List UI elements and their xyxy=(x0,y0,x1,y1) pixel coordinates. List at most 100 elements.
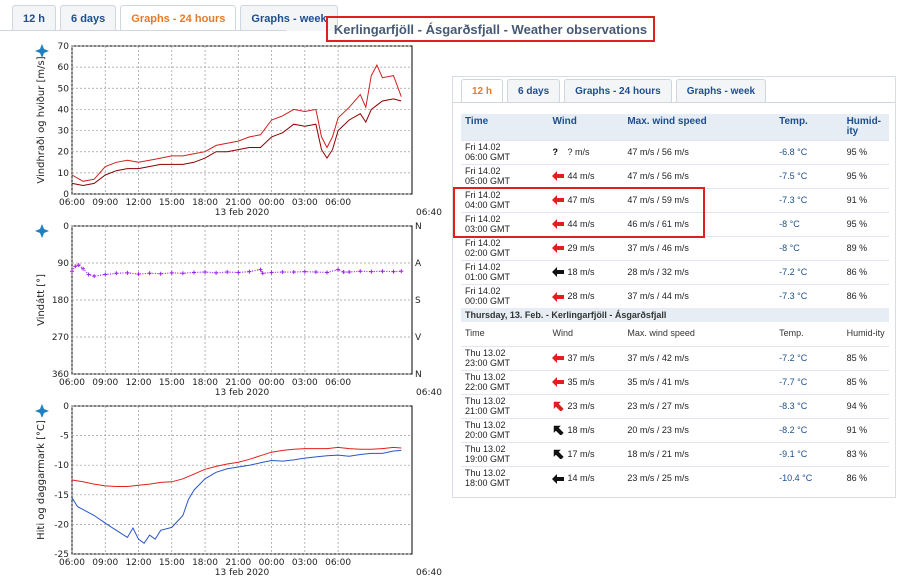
row-time: Fri 14.02 01:00 GMT xyxy=(461,259,549,284)
tab-graphs-24-hours[interactable]: Graphs - 24 hours xyxy=(120,5,237,31)
x-tick-label: 12:00 xyxy=(126,378,152,388)
row-date: Fri 14.02 xyxy=(465,142,501,152)
y-axis-label: Vindhraði og hviður [m/s] xyxy=(36,56,47,183)
row-wind: 23 m/s xyxy=(548,393,624,418)
row-hour: 00:00 GMT xyxy=(465,296,511,307)
row-time: Thu 13.02 22:00 GMT xyxy=(461,369,549,394)
y-tick-label: 30 xyxy=(58,127,70,137)
panel-tab-graphs-week[interactable]: Graphs - week xyxy=(675,79,767,103)
row-temp: -8 °C xyxy=(775,235,843,260)
row-wind-speed: 37 m/s xyxy=(567,352,595,363)
row-time: Fri 14.02 06:00 GMT xyxy=(461,139,549,164)
compass-icon xyxy=(35,44,49,58)
row-max-wind: 18 m/s / 21 m/s xyxy=(623,441,776,466)
row-wind-speed: 23 m/s xyxy=(567,400,595,411)
y-tick-label: 270 xyxy=(52,333,69,343)
x-tick-label: 00:00 xyxy=(259,378,285,388)
x-date-label: 13 feb 2020 xyxy=(215,388,270,398)
row-time: Thu 13.02 21:00 GMT xyxy=(461,393,549,418)
row-hour: 23:00 GMT xyxy=(465,358,511,368)
row-wind: 35 m/s xyxy=(548,369,624,394)
plot-frame xyxy=(71,405,413,555)
x-tick-label: 09:00 xyxy=(92,198,118,208)
y-axis-label: Hiti og daggarmark [°C] xyxy=(36,420,47,540)
x-tick-label: 12:00 xyxy=(126,198,152,208)
x-tick-label: 18:00 xyxy=(192,378,218,388)
red-wind-arrow-icon xyxy=(552,353,565,364)
y-tick-label: 70 xyxy=(58,42,70,52)
table-row: Fri 14.02 06:00 GMT? ? m/s 47 m/s / 56 m/s -… xyxy=(461,139,889,164)
row-wind: ? ? m/s xyxy=(548,139,624,164)
x-tick-label: 00:00 xyxy=(259,198,285,208)
x-tick-label: 15:00 xyxy=(159,378,185,388)
tab-12h[interactable]: 12 h xyxy=(12,5,57,31)
x-tick-label: 06:00 xyxy=(325,378,351,388)
row-wind-speed: 18 m/s xyxy=(567,424,595,435)
black-wind-arrow-icon xyxy=(554,426,565,436)
row-date: Thu 13.02 xyxy=(465,420,506,430)
red-wind-arrow-icon xyxy=(552,243,565,254)
wind-speed-chart: 06:00 09:00 12:00 15:00 18:00 21:00 00:00 03:00… xyxy=(0,38,442,222)
row-temp: -7.2 °C xyxy=(775,259,843,284)
row-max-wind: 47 m/s / 56 m/s xyxy=(623,163,776,188)
row-wind: 28 m/s xyxy=(548,283,624,308)
table-row: Fri 14.02 02:00 GMT 29 m/s 37 m/s / 46 m/s -… xyxy=(461,235,889,260)
unknown-direction-icon: ? xyxy=(552,147,558,158)
panel-tab-6-days[interactable]: 6 days xyxy=(507,79,561,103)
y-tick-label: -20 xyxy=(54,520,69,530)
row-temp: -7.3 °C xyxy=(775,283,843,308)
tab-graphs-week[interactable]: Graphs - week xyxy=(240,5,338,31)
y2-tick-label: S xyxy=(415,296,421,306)
table-row: Fri 14.02 01:00 GMT 18 m/s 28 m/s / 32 m/s -… xyxy=(461,259,889,284)
col-wind: Wind xyxy=(548,114,624,140)
table-row: Fri 14.02 04:00 GMT 47 m/s 47 m/s / 59 m/s -… xyxy=(461,187,889,212)
row-hour: 22:00 GMT xyxy=(465,382,511,392)
x-tick-label: 15:00 xyxy=(159,198,185,208)
x-tick-label: 09:00 xyxy=(92,378,118,388)
y2-tick-label: V xyxy=(415,333,422,343)
y-tick-label: -15 xyxy=(54,491,69,501)
table-row: Fri 14.02 00:00 GMT 28 m/s 37 m/s / 44 m/s -… xyxy=(461,283,889,308)
panel-tab-graphs-24-hours[interactable]: Graphs - 24 hours xyxy=(564,79,672,103)
row-wind-speed: 47 m/s xyxy=(567,194,595,205)
panel-tab-12h[interactable]: 12 h xyxy=(461,79,504,103)
x-tick-label: 06:00 xyxy=(325,198,351,208)
row-temp: -6.8 °C xyxy=(775,139,843,164)
x-tick-label: 18:00 xyxy=(192,198,218,208)
table-row: Thu 13.02 18:00 GMT 14 m/s 23 m/s / 25 m/s -… xyxy=(461,465,889,490)
x-tick-label: 09:00 xyxy=(92,558,118,568)
row-humidity: 95 % xyxy=(842,139,889,164)
x-end-label: 06:40 xyxy=(416,568,442,578)
row-temp: -7.5 °C xyxy=(775,163,843,188)
y2-tick-label: A xyxy=(415,259,422,269)
row-humidity: 83 % xyxy=(842,441,889,466)
row-temp: -10.4 °C xyxy=(775,465,843,490)
row-max-wind: 37 m/s / 44 m/s xyxy=(623,283,776,308)
table-row: Fri 14.02 03:00 GMT 44 m/s 46 m/s / 61 m/s -… xyxy=(461,211,889,236)
table-row: Fri 14.02 05:00 GMT 44 m/s 47 m/s / 56 m/s -… xyxy=(461,163,889,188)
x-tick-label: 15:00 xyxy=(159,558,185,568)
table-row: Thu 13.02 23:00 GMT 37 m/s 37 m/s / 42 m/s -… xyxy=(461,345,889,370)
row-humidity: 89 % xyxy=(842,235,889,260)
row-max-wind: 23 m/s / 27 m/s xyxy=(623,393,776,418)
row-temp: -8.2 °C xyxy=(775,417,843,442)
y-tick-label: 0 xyxy=(63,190,69,200)
y-tick-label: 50 xyxy=(58,84,70,94)
row-hour: 06:00 GMT xyxy=(465,152,511,162)
row-date: Fri 14.02 xyxy=(465,190,501,200)
y-tick-label: -10 xyxy=(54,461,69,471)
row-wind: 37 m/s xyxy=(548,345,624,370)
tab-6-days[interactable]: 6 days xyxy=(60,5,117,31)
x-tick-label: 21:00 xyxy=(225,378,251,388)
row-humidity: 95 % xyxy=(842,163,889,188)
row-date: Thu 13.02 xyxy=(465,396,506,406)
temperature-chart: 06:00 09:00 12:00 15:00 18:00 21:00 00:00 03:00… xyxy=(0,398,442,581)
row-time: Fri 14.02 05:00 GMT xyxy=(461,163,549,188)
row-wind: 14 m/s xyxy=(548,465,624,490)
sub-col-max-wind: Max. wind speed xyxy=(627,328,695,339)
row-wind-speed: 28 m/s xyxy=(567,290,595,301)
plot-frame xyxy=(71,45,413,195)
row-wind-speed: 44 m/s xyxy=(567,170,595,181)
row-wind-speed: 35 m/s xyxy=(567,376,595,387)
row-humidity: 94 % xyxy=(842,393,889,418)
